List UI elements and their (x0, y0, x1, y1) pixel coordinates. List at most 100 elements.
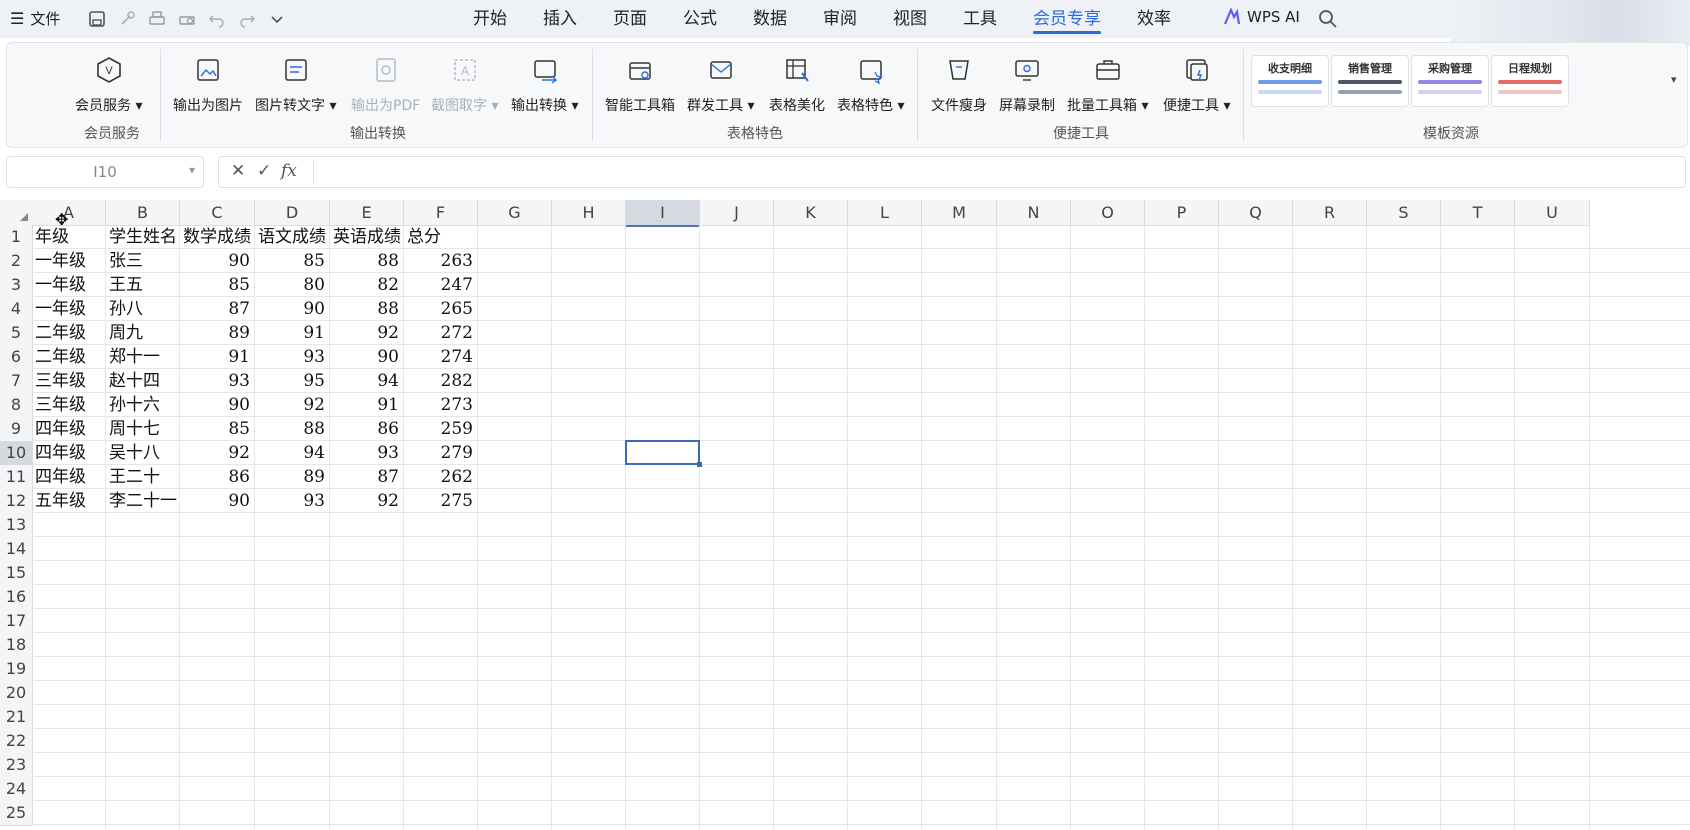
cell-e12[interactable]: 92 (333, 489, 399, 513)
cell-c3[interactable]: 85 (183, 273, 250, 297)
tab-tools[interactable]: 工具 (945, 0, 1015, 38)
selected-cell-cursor[interactable] (625, 440, 702, 467)
row-header-1[interactable]: 1 (0, 225, 33, 250)
cell-d1[interactable]: 语文成绩 (258, 225, 326, 249)
file-slim-button[interactable]: 文件瘦身 (931, 53, 987, 115)
cell-a2[interactable]: 一年级 (35, 249, 101, 273)
cell-e11[interactable]: 87 (333, 465, 399, 489)
cell-d12[interactable]: 93 (258, 489, 325, 513)
cell-e5[interactable]: 92 (333, 321, 399, 345)
table-feature-button[interactable]: 表格特色 ▾ (837, 53, 904, 115)
screen-record-button[interactable]: 屏幕录制 (999, 53, 1055, 115)
column-header-b[interactable]: B (106, 200, 180, 226)
column-header-u[interactable]: U (1515, 200, 1590, 226)
cell-f3[interactable]: 247 (407, 273, 473, 297)
chevron-down-icon[interactable] (266, 8, 288, 30)
column-header-f[interactable]: F (404, 200, 478, 226)
tab-member[interactable]: 会员专享 (1015, 0, 1119, 38)
cell-a11[interactable]: 四年级 (35, 465, 101, 489)
column-header-i[interactable]: I (626, 200, 700, 227)
table-beautify-button[interactable]: 表格美化 (769, 53, 825, 115)
row-header-13[interactable]: 13 (0, 513, 33, 538)
cell-b7[interactable]: 赵十四 (109, 369, 175, 393)
row-header-15[interactable]: 15 (0, 561, 33, 586)
row-header-14[interactable]: 14 (0, 537, 33, 562)
cell-d6[interactable]: 93 (258, 345, 325, 369)
cell-c11[interactable]: 86 (183, 465, 250, 489)
row-header-18[interactable]: 18 (0, 633, 33, 658)
image-to-text-button[interactable]: 图片转文字 ▾ (255, 53, 336, 115)
row-header-5[interactable]: 5 (0, 321, 33, 346)
check-icon[interactable]: ✓ (257, 161, 271, 181)
column-header-e[interactable]: E (330, 200, 404, 226)
cell-a10[interactable]: 四年级 (35, 441, 101, 465)
column-header-o[interactable]: O (1071, 200, 1145, 226)
cell-e1[interactable]: 英语成绩 (333, 225, 401, 249)
template-schedule[interactable]: 日程规划 (1491, 55, 1569, 107)
file-menu[interactable]: ☰ 文件 (10, 8, 60, 29)
cell-b11[interactable]: 王二十 (109, 465, 175, 489)
cell-e4[interactable]: 88 (333, 297, 399, 321)
cell-e8[interactable]: 91 (333, 393, 399, 417)
export-pdf-button[interactable]: 输出为PDF (351, 53, 420, 115)
templates-more-icon[interactable]: ▾ (1671, 73, 1677, 86)
handy-tools-button[interactable]: 便捷工具 ▾ (1163, 53, 1230, 115)
cell-c6[interactable]: 91 (183, 345, 250, 369)
row-header-9[interactable]: 9 (0, 417, 33, 442)
name-box[interactable]: I10 ▾ (6, 156, 204, 188)
cell-e10[interactable]: 93 (333, 441, 399, 465)
cell-c4[interactable]: 87 (183, 297, 250, 321)
cell-f1[interactable]: 总分 (407, 225, 473, 249)
tab-page[interactable]: 页面 (595, 0, 665, 38)
redo-icon[interactable] (236, 8, 258, 30)
row-header-6[interactable]: 6 (0, 345, 33, 370)
cell-a7[interactable]: 三年级 (35, 369, 101, 393)
tab-data[interactable]: 数据 (735, 0, 805, 38)
cell-e6[interactable]: 90 (333, 345, 399, 369)
fx-icon[interactable]: fx (281, 161, 297, 181)
cell-d10[interactable]: 94 (258, 441, 325, 465)
smart-toolbox-button[interactable]: 智能工具箱 (605, 53, 675, 115)
cell-b12[interactable]: 李二十一 (109, 489, 177, 513)
row-header-3[interactable]: 3 (0, 273, 33, 298)
batch-toolbox-button[interactable]: 批量工具箱 ▾ (1067, 53, 1148, 115)
cell-e2[interactable]: 88 (333, 249, 399, 273)
row-header-7[interactable]: 7 (0, 369, 33, 394)
cell-b8[interactable]: 孙十六 (109, 393, 175, 417)
search-icon[interactable] (1318, 9, 1338, 33)
print-preview-icon[interactable] (176, 8, 198, 30)
row-header-25[interactable]: 25 (0, 801, 33, 826)
cell-f5[interactable]: 272 (407, 321, 473, 345)
cell-d5[interactable]: 91 (258, 321, 325, 345)
cell-e9[interactable]: 86 (333, 417, 399, 441)
row-header-16[interactable]: 16 (0, 585, 33, 610)
row-header-22[interactable]: 22 (0, 729, 33, 754)
tab-formula[interactable]: 公式 (665, 0, 735, 38)
cell-f6[interactable]: 274 (407, 345, 473, 369)
cell-a9[interactable]: 四年级 (35, 417, 101, 441)
row-header-2[interactable]: 2 (0, 249, 33, 274)
output-convert-button[interactable]: 输出转换 ▾ (511, 53, 578, 115)
cell-f12[interactable]: 275 (407, 489, 473, 513)
cell-f11[interactable]: 262 (407, 465, 473, 489)
cell-e7[interactable]: 94 (333, 369, 399, 393)
cell-a6[interactable]: 二年级 (35, 345, 101, 369)
column-header-p[interactable]: P (1145, 200, 1219, 226)
column-header-s[interactable]: S (1367, 200, 1441, 226)
cell-c1[interactable]: 数学成绩 (183, 225, 251, 249)
undo-icon[interactable] (206, 8, 228, 30)
export-image-button[interactable]: 输出为图片 (173, 53, 243, 115)
select-all-corner[interactable] (0, 200, 33, 226)
row-header-8[interactable]: 8 (0, 393, 33, 418)
column-header-d[interactable]: D (255, 200, 330, 226)
row-header-24[interactable]: 24 (0, 777, 33, 802)
row-header-12[interactable]: 12 (0, 489, 33, 514)
column-header-r[interactable]: R (1293, 200, 1367, 226)
cell-a8[interactable]: 三年级 (35, 393, 101, 417)
cell-c2[interactable]: 90 (183, 249, 250, 273)
cell-c5[interactable]: 89 (183, 321, 250, 345)
member-service-button[interactable]: V 会员服务 ▾ (75, 53, 142, 115)
template-purchase[interactable]: 采购管理 (1411, 55, 1489, 107)
column-header-c[interactable]: C (180, 200, 255, 226)
cell-e3[interactable]: 82 (333, 273, 399, 297)
